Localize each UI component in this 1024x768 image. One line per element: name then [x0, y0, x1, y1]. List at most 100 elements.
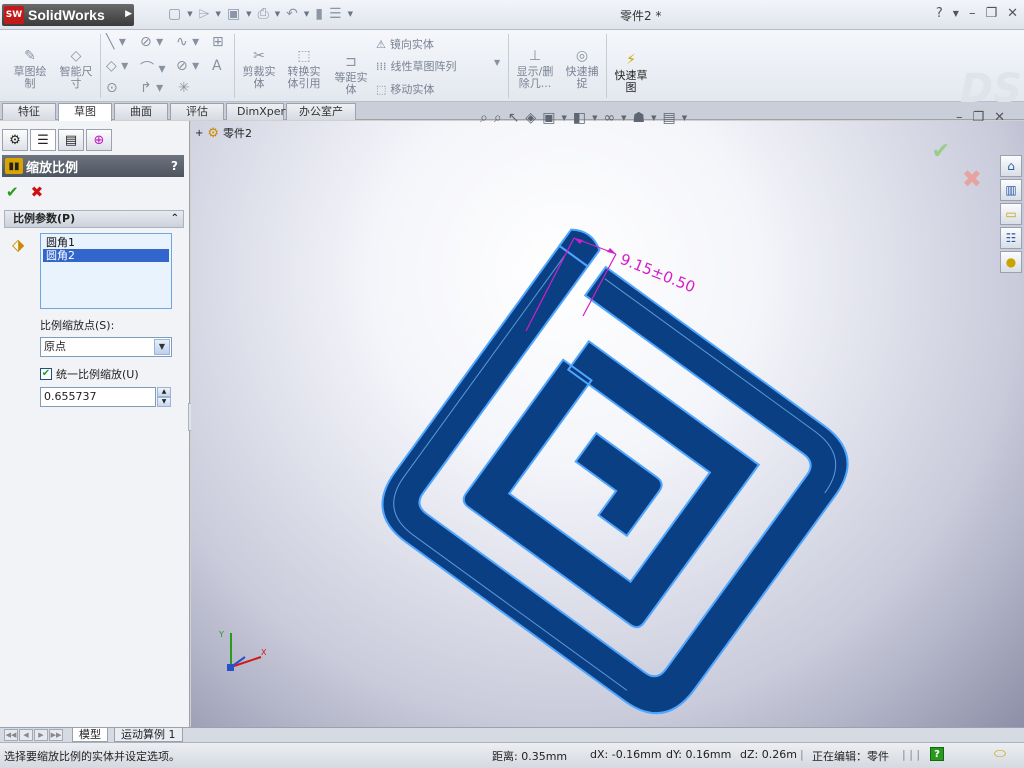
list-item[interactable]: 圆角1	[43, 236, 169, 249]
last-tab-icon[interactable]: ▶▶	[49, 729, 63, 741]
hide-show-items-icon[interactable]: ∞	[603, 110, 615, 126]
feature-manager-tab-icon[interactable]: ⚙	[2, 129, 28, 151]
spiral-part[interactable]	[365, 225, 874, 727]
rectangle-icon[interactable]: ◇ ▾	[106, 58, 128, 74]
section-view-icon[interactable]: ◈	[525, 110, 536, 126]
command-manager: ✎ 草图绘 制 ◇ 智能尺 寸 ╲ ▾ ⊘ ▾ ∿ ▾ ⊞ ◇ ▾ ⌒ ▾ ⊘ ▾ …	[0, 30, 1024, 112]
first-tab-icon[interactable]: ◀◀	[4, 729, 18, 741]
restore-button[interactable]: ❐	[985, 6, 997, 21]
edit-appearance-icon[interactable]: ☗	[633, 110, 646, 126]
mirror-entities-button[interactable]: ⚠ 镜向实体	[376, 36, 434, 52]
point-icon[interactable]: ✳	[178, 80, 190, 96]
doc-close-button[interactable]: ✕	[994, 110, 1005, 125]
display-style-icon[interactable]: ◧	[573, 110, 586, 126]
uniform-scale-checkbox[interactable]: ✔	[40, 368, 52, 380]
file-explorer-icon[interactable]: ▭	[1000, 203, 1022, 225]
offset-entities-button[interactable]: ⊐ 等距实 体	[330, 42, 372, 96]
confirm-corner-cancel-icon[interactable]: ✖	[962, 165, 982, 193]
home-icon[interactable]: ⌂	[1000, 155, 1022, 177]
prev-tab-icon[interactable]: ◀	[19, 729, 33, 741]
convert-entities-button[interactable]: ⬚ 转换实 体引用	[282, 36, 326, 90]
entities-to-scale-list[interactable]: 圆角1 圆角2	[40, 233, 172, 309]
scale-entities-icon: ▮▮	[5, 158, 23, 174]
list-item[interactable]: 圆角2	[43, 249, 169, 262]
dimxpert-manager-tab-icon[interactable]: ⊕	[86, 129, 112, 151]
display-delete-relations-button[interactable]: ⊥ 显示/删 除几...	[512, 36, 558, 90]
previous-view-icon[interactable]: ↖	[508, 110, 520, 126]
doc-minimize-button[interactable]: –	[956, 110, 963, 125]
zoom-to-fit-icon[interactable]: ⌕	[480, 110, 488, 126]
circle-icon[interactable]: ⊘ ▾	[140, 34, 163, 50]
rebuild-icon[interactable]: ▮	[315, 6, 323, 22]
scale-factor-input[interactable]: 0.655737	[40, 387, 156, 407]
spline-icon[interactable]: ∿ ▾	[176, 34, 199, 50]
rapid-sketch-button[interactable]: ⚡ 快速草 图	[610, 40, 652, 94]
save-icon[interactable]: ▣	[227, 6, 240, 22]
next-tab-icon[interactable]: ▶	[34, 729, 48, 741]
scale-factor-spinner[interactable]: ▲ ▼	[157, 387, 171, 407]
configuration-manager-tab-icon[interactable]: ▤	[58, 129, 84, 151]
chevron-down-icon[interactable]: ▼	[154, 339, 170, 355]
tab-features[interactable]: 特征	[2, 103, 56, 120]
open-folder-icon[interactable]: ⌲	[199, 6, 210, 22]
tab-sketch[interactable]: 草图	[58, 103, 112, 121]
print-icon[interactable]: ⎙	[258, 6, 269, 22]
text-icon[interactable]: A	[212, 58, 222, 74]
ellipse-icon[interactable]: ⊘ ▾	[176, 58, 199, 74]
undo-icon[interactable]: ↶	[286, 6, 298, 22]
scale-parameters-group-header[interactable]: 比例参数(P) ⌃	[4, 210, 184, 228]
close-button[interactable]: ✕	[1007, 6, 1018, 21]
view-orientation-icon[interactable]: ▣	[542, 110, 555, 126]
cancel-button[interactable]: ✖	[31, 183, 44, 201]
property-manager-help-button[interactable]: ?	[171, 159, 178, 173]
tag-icon[interactable]: ⬭	[994, 746, 1010, 762]
design-library-icon[interactable]: ▥	[1000, 179, 1022, 201]
help-dropdown-icon[interactable]: ▼	[953, 9, 959, 21]
quick-snaps-button[interactable]: ◎ 快速捕 捉	[560, 36, 604, 90]
tab-office-products[interactable]: 办公室产品	[286, 103, 356, 134]
help-button[interactable]: ?	[936, 6, 943, 21]
tab-dimxpert[interactable]: DimXpert	[226, 103, 289, 120]
fillet-icon[interactable]: ↱ ▾	[140, 80, 163, 96]
help-icon[interactable]: ?	[930, 747, 944, 761]
appearances-icon[interactable]: ●	[1000, 251, 1022, 273]
spin-down-icon[interactable]: ▼	[157, 397, 171, 407]
task-pane-tabs: ⌂ ▥ ▭ ☷ ●	[1000, 155, 1024, 275]
minimize-button[interactable]: –	[969, 6, 976, 21]
grid-icon[interactable]: ⊞	[212, 34, 224, 50]
solidworks-logo-icon: SW	[4, 6, 24, 24]
graphics-area[interactable]: + ⚙ 零件2 9.15±0.50 ✔ ✖ ⌂ ▥ ▭ ☷ ● Y X	[191, 121, 1024, 727]
property-manager-panel: ⚙ ☰ ▤ ⊕ ▮▮ 缩放比例 ? ✔ ✖ 比例参数(P) ⌃ ⬗ 圆角1 圆角…	[0, 121, 197, 727]
spin-up-icon[interactable]: ▲	[157, 387, 171, 397]
tab-surfaces[interactable]: 曲面	[114, 103, 168, 120]
trim-entities-button[interactable]: ✂ 剪裁实 体	[238, 36, 280, 90]
spiral-inner-body[interactable]	[558, 431, 665, 538]
confirm-corner-ok-icon[interactable]: ✔	[932, 139, 950, 164]
smart-dimension-button[interactable]: ◇ 智能尺 寸	[54, 36, 98, 90]
ok-button[interactable]: ✔	[6, 183, 19, 201]
line-icon[interactable]: ╲ ▾	[106, 34, 126, 50]
view-palette-icon[interactable]: ☷	[1000, 227, 1022, 249]
view-settings-icon[interactable]: ▤	[662, 110, 675, 126]
tab-model[interactable]: 模型	[72, 728, 108, 742]
polygon-icon[interactable]: ⊙	[106, 80, 118, 96]
relations-icon: ⊥	[528, 48, 542, 64]
linear-pattern-button[interactable]: ⁞⁞⁞ 线性草图阵列	[376, 58, 457, 74]
part-model: 9.15±0.50	[365, 225, 874, 727]
options-icon[interactable]: ☰	[329, 6, 342, 22]
tab-motion-study-1[interactable]: 运动算例 1	[114, 728, 183, 742]
move-entities-button[interactable]: ⬚ 移动实体	[376, 81, 434, 97]
tab-evaluate[interactable]: 评估	[170, 103, 224, 120]
property-manager-tab-icon[interactable]: ☰	[30, 129, 56, 151]
scale-point-select[interactable]: 原点 ▼	[40, 337, 172, 357]
new-document-icon[interactable]: ▢	[168, 6, 181, 22]
doc-restore-button[interactable]: ❐	[973, 110, 985, 125]
uniform-scale-option[interactable]: ✔ 统一比例缩放(U)	[40, 366, 139, 382]
arc-icon[interactable]: ⌒ ▾	[140, 58, 165, 78]
solidworks-menu-button[interactable]: SW SolidWorks ▶	[2, 4, 134, 26]
collapse-icon[interactable]: ⌃	[171, 211, 179, 227]
rapid-sketch-icon: ⚡	[626, 52, 636, 68]
zoom-to-area-icon[interactable]: ⌕	[494, 110, 502, 126]
linear-pattern-dropdown-icon[interactable]: ▼	[494, 58, 500, 67]
sketch-button[interactable]: ✎ 草图绘 制	[8, 36, 52, 90]
